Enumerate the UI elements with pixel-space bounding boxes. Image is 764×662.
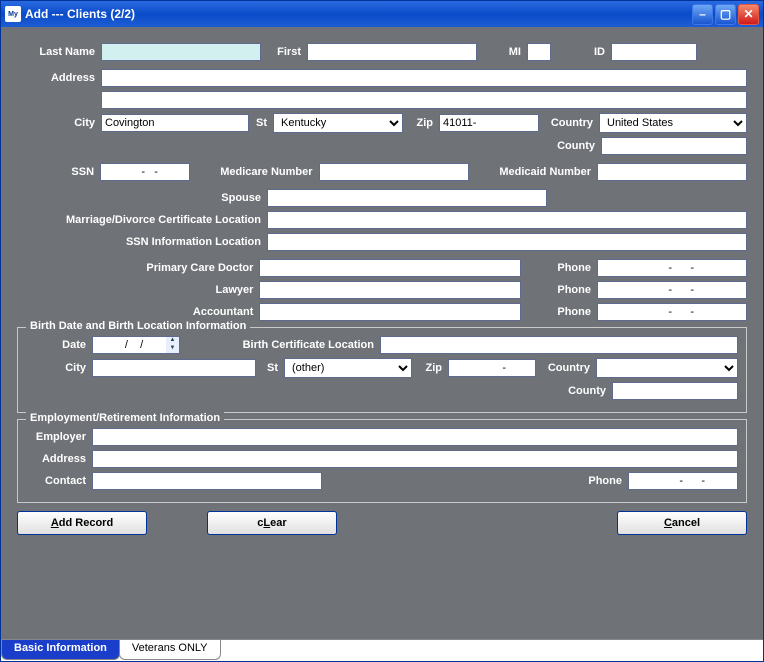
state-select[interactable]: Kentucky bbox=[273, 113, 403, 133]
birth-city-input[interactable] bbox=[92, 359, 256, 377]
date-down-icon[interactable]: ▼ bbox=[166, 345, 179, 353]
button-bar: Add Record cLear Cancel bbox=[17, 511, 747, 535]
city-input[interactable] bbox=[101, 114, 249, 132]
ssn-input[interactable] bbox=[100, 163, 190, 181]
pcd-phone-label: Phone bbox=[521, 262, 597, 274]
ssn-info-loc-input[interactable] bbox=[267, 233, 747, 251]
birth-date-input[interactable] bbox=[92, 336, 166, 354]
birth-county-input[interactable] bbox=[612, 382, 738, 400]
emp-contact-label: Contact bbox=[26, 475, 92, 487]
emp-contact-input[interactable] bbox=[92, 472, 322, 490]
add-record-button[interactable]: Add Record bbox=[17, 511, 147, 535]
app-window: My Add --- Clients (2/2) – ▢ ✕ Last Name… bbox=[0, 0, 764, 662]
birth-date-spinner[interactable]: ▲▼ bbox=[92, 336, 180, 354]
emp-address-input[interactable] bbox=[92, 450, 738, 468]
close-button[interactable]: ✕ bbox=[738, 4, 759, 25]
lawyer-phone-label: Phone bbox=[521, 284, 597, 296]
minimize-button[interactable]: – bbox=[692, 4, 713, 25]
emp-phone-label: Phone bbox=[578, 475, 628, 487]
city-label: City bbox=[17, 117, 101, 129]
spouse-label: Spouse bbox=[17, 192, 267, 204]
maximize-button[interactable]: ▢ bbox=[715, 4, 736, 25]
first-input[interactable] bbox=[307, 43, 477, 61]
app-icon: My bbox=[5, 6, 21, 22]
emp-phone-input[interactable] bbox=[628, 472, 738, 490]
first-label: First bbox=[261, 46, 307, 58]
tab-bar: Basic Information Veterans ONLY bbox=[1, 639, 763, 661]
marriage-loc-label: Marriage/Divorce Certificate Location bbox=[17, 214, 267, 226]
emp-address-label: Address bbox=[26, 453, 92, 465]
mi-label: MI bbox=[477, 46, 527, 58]
birth-country-label: Country bbox=[536, 362, 596, 374]
window-controls: – ▢ ✕ bbox=[692, 4, 759, 25]
st-label: St bbox=[249, 117, 273, 129]
accountant-label: Accountant bbox=[17, 306, 259, 318]
birth-cert-loc-label: Birth Certificate Location bbox=[180, 339, 380, 351]
birth-zip-input[interactable] bbox=[448, 359, 536, 377]
address1-input[interactable] bbox=[101, 69, 747, 87]
birth-cert-loc-input[interactable] bbox=[380, 336, 738, 354]
date-up-icon[interactable]: ▲ bbox=[166, 337, 179, 345]
birth-date-label: Date bbox=[26, 339, 92, 351]
window-title: Add --- Clients (2/2) bbox=[25, 7, 692, 21]
employment-legend: Employment/Retirement Information bbox=[26, 412, 224, 424]
accountant-phone-input[interactable] bbox=[597, 303, 747, 321]
accountant-phone-label: Phone bbox=[521, 306, 597, 318]
birth-country-select[interactable] bbox=[596, 358, 738, 378]
cancel-button[interactable]: Cancel bbox=[617, 511, 747, 535]
clear-button[interactable]: cLear bbox=[207, 511, 337, 535]
birth-zip-label: Zip bbox=[412, 362, 448, 374]
address2-input[interactable] bbox=[101, 91, 747, 109]
birth-fieldset: Birth Date and Birth Location Informatio… bbox=[17, 327, 747, 413]
tab-veterans-only[interactable]: Veterans ONLY bbox=[119, 640, 221, 660]
medicaid-input[interactable] bbox=[597, 163, 747, 181]
birth-st-label: St bbox=[256, 362, 284, 374]
county-input[interactable] bbox=[601, 137, 747, 155]
medicaid-label: Medicaid Number bbox=[469, 166, 597, 178]
last-name-label: Last Name bbox=[17, 46, 101, 58]
ssn-info-loc-label: SSN Information Location bbox=[17, 236, 267, 248]
ssn-label: SSN bbox=[17, 166, 100, 178]
titlebar: My Add --- Clients (2/2) – ▢ ✕ bbox=[1, 1, 763, 27]
accountant-input[interactable] bbox=[259, 303, 521, 321]
last-name-input[interactable] bbox=[101, 43, 261, 61]
address-label: Address bbox=[17, 72, 101, 84]
tab-basic-information[interactable]: Basic Information bbox=[1, 640, 120, 660]
marriage-loc-input[interactable] bbox=[267, 211, 747, 229]
form-panel: Last Name First MI ID Address City St Ke… bbox=[1, 27, 763, 639]
employer-label: Employer bbox=[26, 431, 92, 443]
spouse-input[interactable] bbox=[267, 189, 547, 207]
zip-label: Zip bbox=[403, 117, 439, 129]
zip-input[interactable] bbox=[439, 114, 539, 132]
birth-state-select[interactable]: (other) bbox=[284, 358, 412, 378]
lawyer-input[interactable] bbox=[259, 281, 521, 299]
country-select[interactable]: United States bbox=[599, 113, 747, 133]
medicare-input[interactable] bbox=[319, 163, 469, 181]
pcd-label: Primary Care Doctor bbox=[17, 262, 259, 274]
id-label: ID bbox=[551, 46, 611, 58]
birth-city-label: City bbox=[26, 362, 92, 374]
lawyer-phone-input[interactable] bbox=[597, 281, 747, 299]
county-label: County bbox=[541, 140, 601, 152]
country-label: Country bbox=[539, 117, 599, 129]
medicare-label: Medicare Number bbox=[190, 166, 318, 178]
employment-fieldset: Employment/Retirement Information Employ… bbox=[17, 419, 747, 503]
pcd-input[interactable] bbox=[259, 259, 521, 277]
lawyer-label: Lawyer bbox=[17, 284, 259, 296]
employer-input[interactable] bbox=[92, 428, 738, 446]
mi-input[interactable] bbox=[527, 43, 551, 61]
pcd-phone-input[interactable] bbox=[597, 259, 747, 277]
birth-county-label: County bbox=[552, 385, 612, 397]
birth-legend: Birth Date and Birth Location Informatio… bbox=[26, 320, 250, 332]
id-input[interactable] bbox=[611, 43, 697, 61]
